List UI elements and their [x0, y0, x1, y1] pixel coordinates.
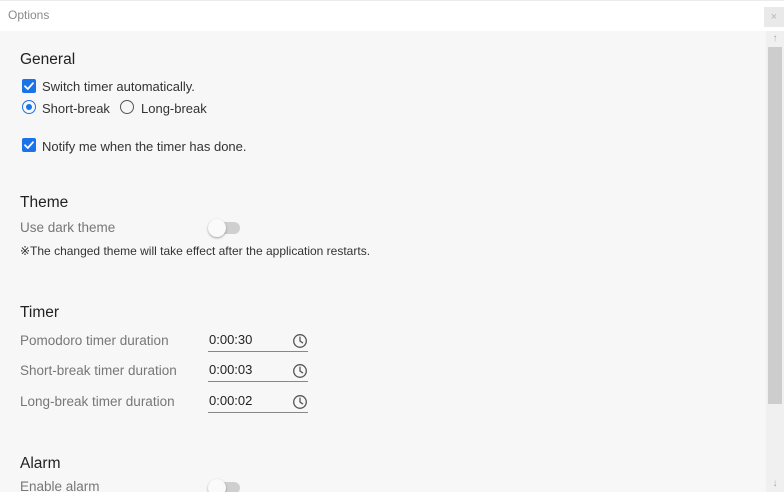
pomodoro-duration-field[interactable]: 0:00:30 [208, 330, 308, 352]
clock-icon[interactable] [292, 333, 308, 349]
short-break-duration-label: Short-break timer duration [20, 363, 177, 378]
long-break-duration-value[interactable]: 0:00:02 [209, 393, 252, 408]
title-bar: Options × [0, 0, 784, 31]
long-break-radio[interactable] [120, 100, 134, 114]
notify-label[interactable]: Notify me when the timer has done. [42, 139, 247, 154]
theme-heading: Theme [20, 194, 69, 211]
long-break-duration-label: Long-break timer duration [20, 394, 175, 409]
long-break-radio-label[interactable]: Long-break [141, 101, 207, 116]
timer-heading: Timer [20, 304, 60, 321]
vertical-scrollbar[interactable]: ↑ ↓ [766, 31, 784, 492]
short-break-radio[interactable] [22, 100, 36, 114]
dark-theme-label: Use dark theme [20, 220, 116, 235]
theme-restart-note: ※The changed theme will take effect afte… [20, 244, 371, 258]
notify-checkbox[interactable] [22, 138, 36, 152]
close-icon: × [770, 11, 778, 23]
options-content: General Switch timer automatically. Shor… [0, 31, 766, 492]
pomodoro-duration-label: Pomodoro timer duration [20, 333, 169, 348]
switch-timer-label[interactable]: Switch timer automatically. [42, 79, 195, 94]
close-button[interactable]: × [764, 7, 784, 27]
enable-alarm-toggle[interactable] [208, 478, 240, 492]
short-break-duration-value[interactable]: 0:00:03 [209, 362, 252, 377]
dark-theme-toggle[interactable] [208, 218, 240, 238]
check-icon [24, 141, 34, 149]
clock-icon[interactable] [292, 394, 308, 410]
scroll-down-icon[interactable]: ↓ [766, 476, 784, 492]
toggle-knob [208, 479, 226, 492]
scrollbar-thumb[interactable] [768, 47, 782, 404]
window-title: Options [8, 8, 50, 22]
alarm-heading: Alarm [20, 455, 61, 472]
enable-alarm-label: Enable alarm [20, 479, 100, 492]
long-break-duration-field[interactable]: 0:00:02 [208, 391, 308, 413]
check-icon [24, 82, 34, 90]
radio-selected-dot [26, 104, 32, 110]
scroll-up-icon[interactable]: ↑ [766, 31, 784, 47]
short-break-duration-field[interactable]: 0:00:03 [208, 360, 308, 382]
switch-timer-checkbox[interactable] [22, 79, 36, 93]
short-break-radio-label[interactable]: Short-break [42, 101, 110, 116]
clock-icon[interactable] [292, 363, 308, 379]
toggle-knob [208, 219, 226, 237]
general-heading: General [20, 51, 76, 68]
pomodoro-duration-value[interactable]: 0:00:30 [209, 332, 252, 347]
